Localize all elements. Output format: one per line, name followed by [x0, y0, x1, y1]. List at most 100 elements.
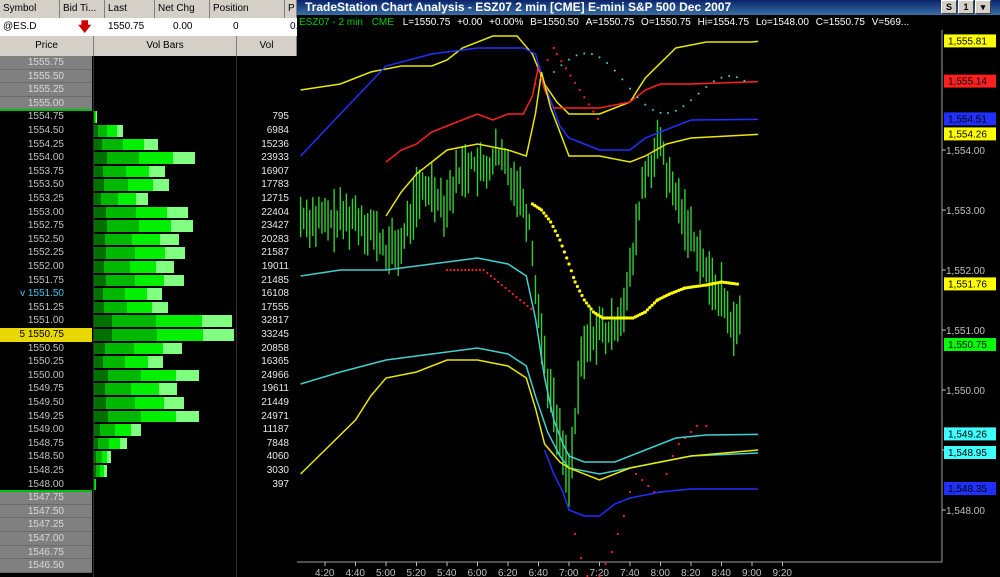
depth-row[interactable]: 1547.75: [0, 491, 297, 505]
depth-price[interactable]: 1552.50: [0, 232, 92, 247]
depth-price[interactable]: 1547.25: [0, 518, 92, 532]
depth-price[interactable]: 1547.75: [0, 491, 92, 505]
depth-price[interactable]: 1548.00: [0, 477, 92, 492]
depth-price[interactable]: 1550.50: [0, 341, 92, 356]
quote-header-row: Symbol Bid Ti... Last Net Chg Position P: [0, 0, 297, 18]
depth-price[interactable]: v 1551.50: [0, 287, 92, 301]
depth-row[interactable]: 1555.50: [0, 69, 297, 84]
volume-bar: [94, 423, 236, 437]
col-symbol-header[interactable]: Symbol: [0, 0, 60, 18]
depth-row[interactable]: 1551.75 21485: [0, 273, 297, 288]
depth-price[interactable]: 1552.75: [0, 219, 92, 233]
depth-price[interactable]: 1551.00: [0, 314, 92, 328]
depth-row[interactable]: 1551.25 17555: [0, 300, 297, 315]
depth-row[interactable]: 1548.00 397: [0, 477, 297, 492]
depth-price[interactable]: 1547.00: [0, 532, 92, 546]
depth-price[interactable]: 1555.25: [0, 83, 92, 97]
depth-row[interactable]: 1552.75 23427: [0, 219, 297, 233]
depth-row[interactable]: v 1551.50 16108: [0, 287, 297, 301]
depth-price[interactable]: 1555.50: [0, 69, 92, 84]
depth-price[interactable]: 1546.75: [0, 545, 92, 560]
depth-row[interactable]: 1554.00 23933: [0, 151, 297, 165]
depth-row[interactable]: 1552.25 21587: [0, 246, 297, 260]
depth-price[interactable]: 1551.75: [0, 273, 92, 288]
depth-price[interactable]: 1549.00: [0, 423, 92, 437]
depth-price[interactable]: 1552.00: [0, 260, 92, 274]
depth-row[interactable]: 1547.50: [0, 504, 297, 519]
depth-row[interactable]: 1554.25 15236: [0, 137, 297, 152]
depth-row[interactable]: 1552.00 19011: [0, 260, 297, 274]
depth-price[interactable]: 1549.50: [0, 396, 92, 410]
y-tick-label: 1,548.00: [946, 506, 985, 517]
depth-row[interactable]: 1553.50 17783: [0, 178, 297, 192]
depth-price[interactable]: 1554.00: [0, 151, 92, 165]
status-symbol: ESZ07 - 2 min: [299, 17, 363, 28]
depth-price[interactable]: 1555.00: [0, 96, 92, 111]
depth-row[interactable]: 1549.25 24971: [0, 409, 297, 424]
col-p-header[interactable]: P: [285, 0, 297, 18]
chart-title-bar[interactable]: TradeStation Chart Analysis - ESZ07 2 mi…: [297, 0, 1000, 15]
depth-row[interactable]: 1548.50 4060: [0, 450, 297, 464]
col-bid-tick-header[interactable]: Bid Ti...: [60, 0, 105, 18]
depth-price[interactable]: 1547.50: [0, 504, 92, 519]
symbol-link-button[interactable]: S: [941, 0, 957, 14]
price-chart[interactable]: 1,554.00 1,553.00 1,552.00 1,551.00 1,550.00…: [297, 0, 1000, 577]
depth-row[interactable]: 1549.00 11187: [0, 423, 297, 437]
depth-row[interactable]: 1547.00: [0, 532, 297, 546]
volume-bar-segment: [94, 342, 105, 355]
depth-price[interactable]: 1551.25: [0, 300, 92, 315]
depth-price[interactable]: 1549.25: [0, 409, 92, 424]
depth-row[interactable]: 1555.00: [0, 96, 297, 111]
depth-row[interactable]: 1548.75 7848: [0, 436, 297, 451]
depth-row[interactable]: 1546.50: [0, 559, 297, 573]
depth-row[interactable]: 1555.25: [0, 83, 297, 97]
depth-row[interactable]: 1549.50 21449: [0, 396, 297, 410]
depth-price[interactable]: 1553.50: [0, 178, 92, 192]
depth-row[interactable]: 1550.25 16365: [0, 355, 297, 369]
depth-row[interactable]: 1552.50 20283: [0, 232, 297, 247]
depth-price[interactable]: 5 1550.75: [0, 328, 92, 342]
depth-row[interactable]: 1546.75: [0, 545, 297, 560]
depth-row[interactable]: 1549.75 19611: [0, 382, 297, 396]
volume-bar-segment: [127, 301, 152, 314]
col-netchg-header[interactable]: Net Chg: [155, 0, 210, 18]
depth-price[interactable]: 1554.75: [0, 110, 92, 124]
depth-ladder[interactable]: 1555.75 1555.50 1555.25 1555.00 1554.75 795 15…: [0, 56, 297, 577]
depth-price[interactable]: 1552.25: [0, 246, 92, 260]
depth-row[interactable]: 1550.50 20858: [0, 341, 297, 356]
depth-row[interactable]: 5 1550.75 33245: [0, 328, 297, 342]
depth-price[interactable]: 1549.75: [0, 382, 92, 396]
chevron-down-icon[interactable]: ▾: [975, 0, 991, 14]
depth-row[interactable]: 1555.75: [0, 56, 297, 70]
depth-price[interactable]: 1548.25: [0, 464, 92, 478]
depth-row[interactable]: 1553.25 12715: [0, 192, 297, 206]
depth-price[interactable]: 1553.00: [0, 205, 92, 220]
depth-price[interactable]: 1554.25: [0, 137, 92, 152]
depth-row[interactable]: 1548.25 3030: [0, 464, 297, 478]
depth-row[interactable]: 1554.50 6984: [0, 124, 297, 138]
col-position-header[interactable]: Position: [210, 0, 285, 18]
depth-price[interactable]: 1554.50: [0, 124, 92, 138]
depth-row[interactable]: 1551.00 32817: [0, 314, 297, 328]
volume-bar-segment: [94, 165, 103, 178]
col-volbars-header[interactable]: Vol Bars: [94, 36, 237, 56]
depth-price[interactable]: 1548.75: [0, 436, 92, 451]
interval-button[interactable]: 1: [958, 0, 974, 14]
depth-price[interactable]: 1553.25: [0, 192, 92, 206]
depth-row[interactable]: 1553.75 16907: [0, 164, 297, 179]
col-vol-header[interactable]: Vol: [237, 36, 297, 56]
symbol-row[interactable]: @ES.D 🡇 1550.75 0.00 0 0.00: [0, 18, 297, 36]
depth-price[interactable]: 1550.00: [0, 368, 92, 383]
depth-row[interactable]: 1553.00 22404: [0, 205, 297, 220]
depth-price[interactable]: 1553.75: [0, 164, 92, 179]
depth-row[interactable]: 1547.25: [0, 518, 297, 532]
depth-price[interactable]: 1555.75: [0, 56, 92, 70]
col-price-header[interactable]: Price: [0, 36, 94, 56]
depth-row[interactable]: 1554.75 795: [0, 110, 297, 124]
depth-row[interactable]: 1550.00 24966: [0, 368, 297, 383]
depth-price[interactable]: 1546.50: [0, 559, 92, 573]
depth-price[interactable]: 1548.50: [0, 450, 92, 464]
volume-bar-segment: [112, 329, 157, 341]
depth-price[interactable]: 1550.25: [0, 355, 92, 369]
col-last-header[interactable]: Last: [105, 0, 155, 18]
